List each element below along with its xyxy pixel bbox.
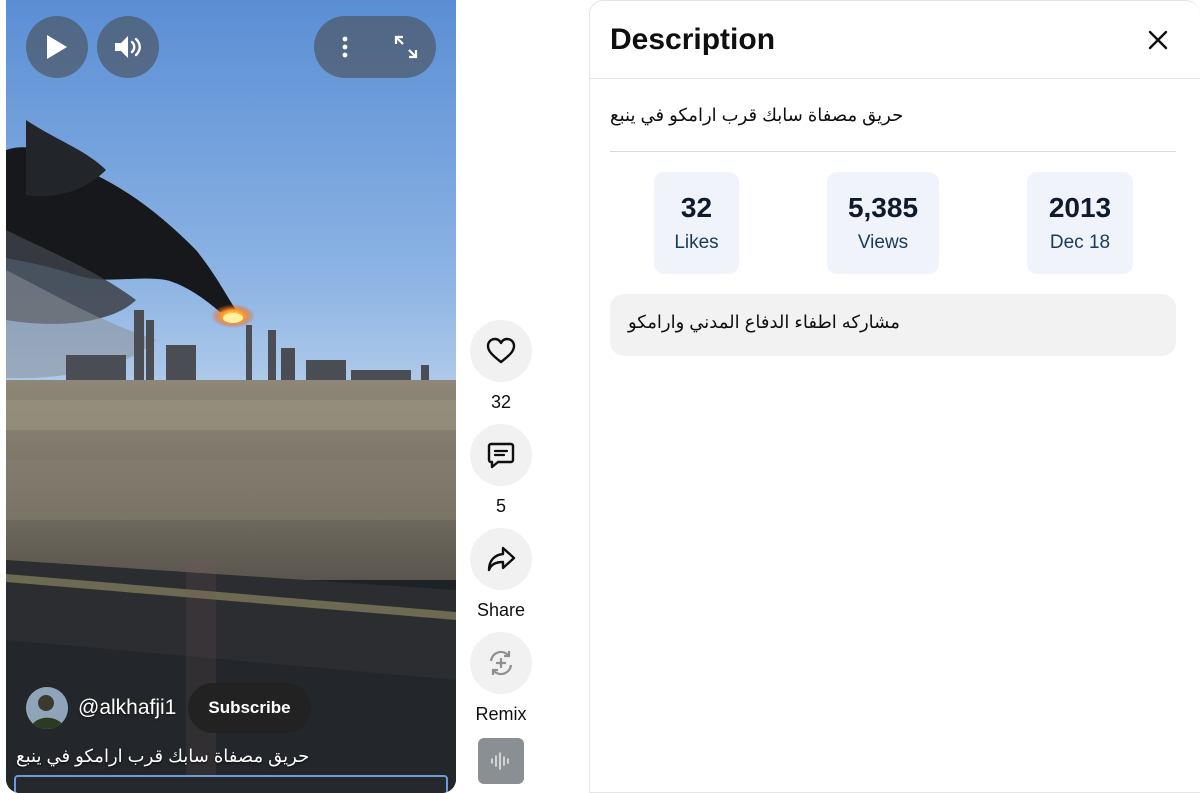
video-player[interactable]: @alkhafji1 Subscribe حريق مصفاة سابك قرب… xyxy=(6,0,456,793)
stat-value: 32 xyxy=(680,192,713,223)
more-vert-icon xyxy=(342,36,347,58)
heart-icon xyxy=(486,337,516,364)
share-label: Share xyxy=(476,600,526,620)
close-icon xyxy=(1148,30,1168,49)
remix-action: Remix xyxy=(470,632,532,725)
description-header: Description xyxy=(590,1,1200,79)
like-button[interactable] xyxy=(470,320,532,382)
comment-action: 5 xyxy=(470,424,532,517)
description-video-title: حريق مصفاة سابك قرب ارامكو في ينبع xyxy=(610,105,904,125)
divider xyxy=(610,151,1176,152)
description-text: مشاركه اطفاء الدفاع المدني وارامكو xyxy=(628,312,900,332)
volume-icon xyxy=(115,36,141,58)
stat-likes: 32 Likes xyxy=(654,172,739,274)
comment-count: 5 xyxy=(495,496,506,516)
stat-label: Dec 18 xyxy=(1049,232,1111,253)
focused-title-outline xyxy=(14,775,448,793)
video-frame xyxy=(6,0,456,793)
close-button[interactable] xyxy=(1136,18,1180,62)
sound-wave-icon xyxy=(491,752,509,770)
share-action: Share xyxy=(470,528,532,621)
play-icon xyxy=(47,35,67,59)
more-button[interactable] xyxy=(323,25,367,69)
remix-button[interactable] xyxy=(470,632,532,694)
stat-value: 2013 xyxy=(1048,192,1112,223)
volume-button[interactable] xyxy=(97,16,159,78)
comment-button[interactable] xyxy=(470,424,532,486)
like-action: 32 xyxy=(470,320,532,413)
sound-thumbnail[interactable] xyxy=(478,738,524,784)
stat-label: Views xyxy=(857,232,909,253)
stat-value: 5,385 xyxy=(847,192,919,223)
player-options-pill xyxy=(314,16,436,78)
like-count: 32 xyxy=(490,392,512,412)
description-heading: Description xyxy=(610,22,776,56)
description-panel: Description حريق مصفاة سابك قرب ارامكو ف… xyxy=(589,0,1200,793)
stat-views: 5,385 Views xyxy=(827,172,939,274)
subscribe-button[interactable]: Subscribe xyxy=(188,683,311,733)
avatar[interactable] xyxy=(26,687,68,729)
video-title[interactable]: حريق مصفاة سابك قرب ارامكو في ينبع xyxy=(16,746,309,767)
stat-date: 2013 Dec 18 xyxy=(1027,172,1133,274)
play-button[interactable] xyxy=(26,16,88,78)
remix-icon xyxy=(489,650,513,676)
channel-handle[interactable]: @alkhafji1 xyxy=(78,696,176,720)
share-button[interactable] xyxy=(470,528,532,590)
description-body: مشاركه اطفاء الدفاع المدني وارامكو xyxy=(610,294,1176,356)
comment-icon xyxy=(487,442,515,469)
stat-label: Likes xyxy=(674,232,719,253)
fullscreen-button[interactable] xyxy=(384,25,428,69)
channel-row: @alkhafji1 Subscribe xyxy=(26,683,311,733)
share-icon xyxy=(487,546,516,572)
remix-label: Remix xyxy=(475,704,527,724)
fullscreen-icon xyxy=(394,35,417,59)
